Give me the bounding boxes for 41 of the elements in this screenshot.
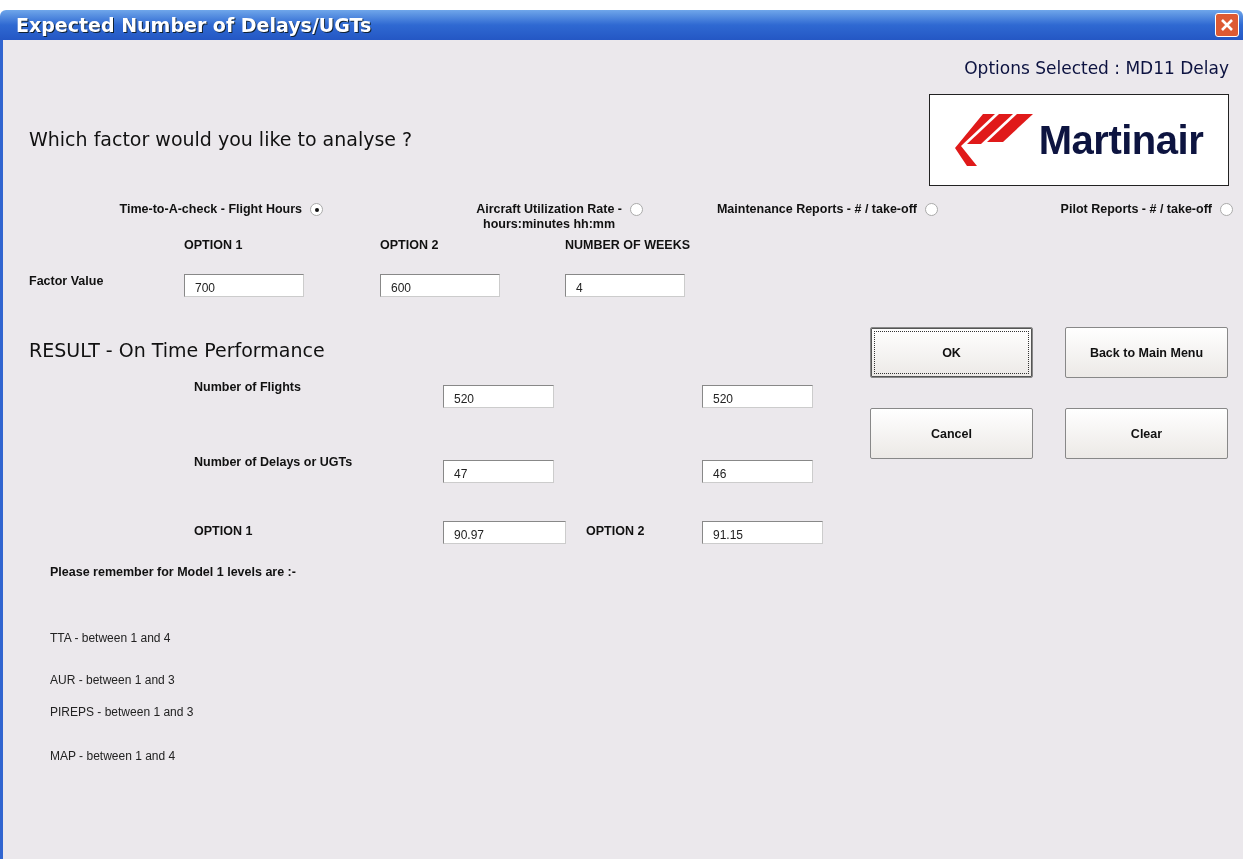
note-text: PIREPS - between 1 and 3 (50, 705, 195, 719)
result-field[interactable]: 47 (443, 460, 554, 483)
input-field[interactable]: 4 (565, 274, 685, 297)
dialog-button[interactable]: Clear (1065, 408, 1228, 459)
row-label: OPTION 2 (586, 524, 645, 538)
logo-text: Martinair (1038, 117, 1204, 163)
note-text: AUR - between 1 and 3 (50, 673, 176, 687)
factor-label: Maintenance Reports - # / take-off (716, 202, 917, 217)
note-text: MAP - between 1 and 4 (50, 749, 177, 763)
notes-heading: Please remember for Model 1 levels are :- (50, 565, 297, 579)
input-field[interactable]: 700 (184, 274, 304, 297)
radio-button[interactable] (630, 203, 643, 216)
factor-value-label: Factor Value (29, 274, 105, 290)
window-title: Expected Number of Delays/UGTs (16, 14, 372, 36)
result-field[interactable]: 46 (702, 460, 813, 483)
question-text: Which factor would you like to analyse ? (29, 128, 413, 152)
radio-button[interactable] (925, 203, 938, 216)
dialog-button[interactable]: Cancel (870, 408, 1033, 459)
result-field[interactable]: 91.15 (702, 521, 823, 544)
row-label: OPTION 1 (194, 524, 253, 538)
radio-button[interactable] (1220, 203, 1233, 216)
row-label: Number of Flights (194, 380, 301, 394)
factor-label: Time-to-A-check - Flight Hours (119, 202, 302, 217)
factor-label: Aircraft Utilization Rate - hours:minutes hh:mm (476, 202, 622, 232)
dialog-button[interactable]: OK (870, 327, 1033, 378)
radio-button[interactable] (310, 203, 323, 216)
result-field[interactable]: 520 (443, 385, 554, 408)
note-text: TTA - between 1 and 4 (50, 631, 172, 645)
options-selected-text: Options Selected : MD11 Delay (964, 58, 1229, 78)
close-icon (1220, 18, 1234, 32)
column-heading: OPTION 2 (380, 238, 440, 252)
row-label: Number of Delays or UGTs (194, 455, 353, 469)
factor-label: Pilot Reports - # / take-off (1060, 202, 1212, 217)
column-heading: NUMBER OF WEEKS (565, 238, 691, 252)
result-field[interactable]: 520 (702, 385, 813, 408)
result-title: RESULT - On Time Performance (28, 339, 326, 361)
close-button[interactable] (1215, 13, 1239, 37)
result-field[interactable]: 90.97 (443, 521, 566, 544)
column-heading: OPTION 1 (184, 238, 244, 252)
dialog-button[interactable]: Back to Main Menu (1065, 327, 1228, 378)
input-field[interactable]: 600 (380, 274, 500, 297)
